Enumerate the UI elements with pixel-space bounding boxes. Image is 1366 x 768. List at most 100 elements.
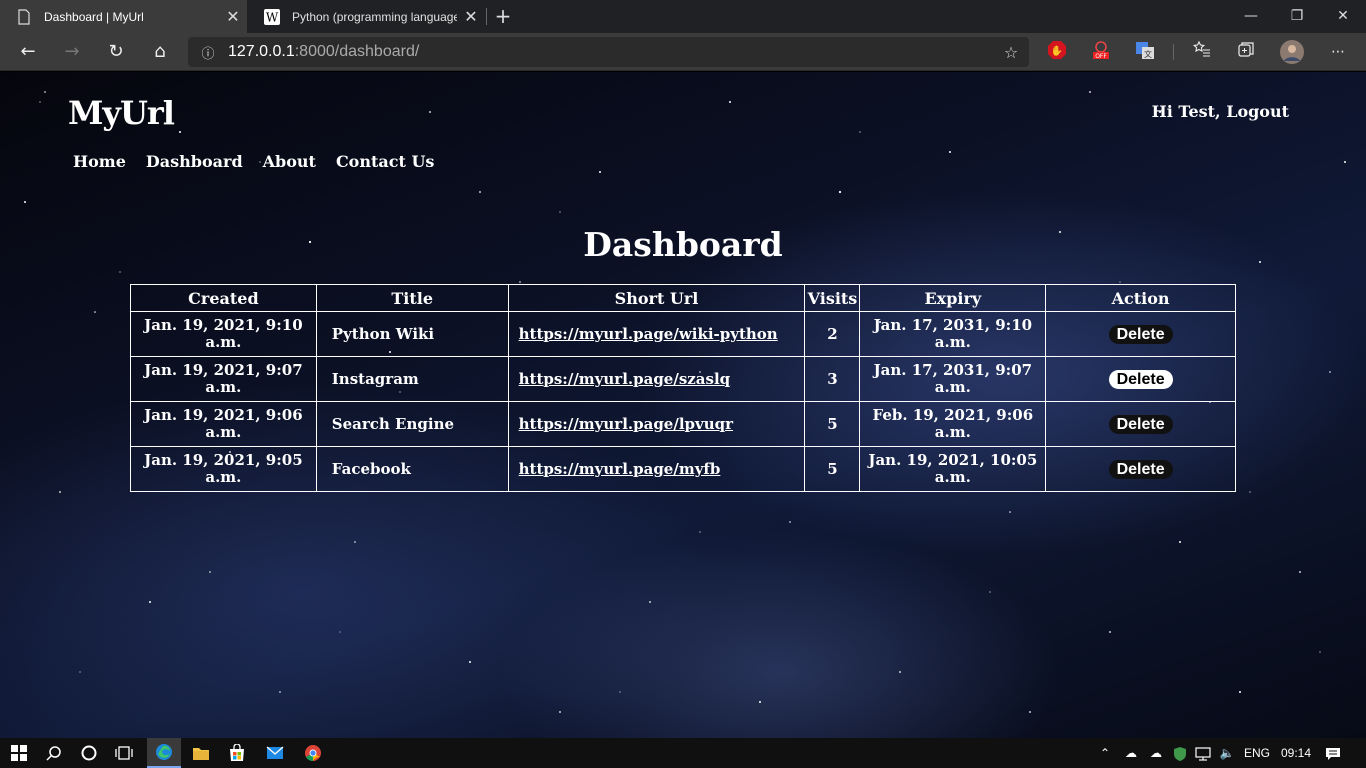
security-shield-icon[interactable] (1170, 738, 1190, 768)
expiry-cell: Feb. 19, 2021, 9:06 a.m. (859, 401, 1047, 447)
action-cell: Delete (1045, 401, 1236, 447)
translate-icon[interactable]: 文 (1133, 40, 1157, 64)
mail-icon[interactable] (258, 738, 292, 768)
wikipedia-icon: W (264, 8, 280, 25)
column-header-short-url: Short Url (507, 284, 806, 312)
chrome-icon[interactable] (296, 738, 330, 768)
delete-button[interactable]: Delete (1108, 459, 1173, 479)
language-indicator[interactable]: ENG (1243, 738, 1271, 768)
column-header-expiry: Expiry (859, 284, 1047, 312)
store-icon[interactable] (220, 738, 254, 768)
page-viewport: MyUrl Hi Test, Logout Home Dashboard Abo… (0, 72, 1366, 738)
tab-divider (486, 8, 487, 25)
toolbar-divider (1173, 44, 1174, 60)
greeting-logout-link[interactable]: Hi Test, Logout (1152, 102, 1289, 121)
short-url-cell: https://myurl.page/myfb (507, 446, 806, 492)
cortana-icon[interactable] (72, 738, 106, 768)
tab-title: Python (programming language) (292, 9, 457, 24)
column-header-action: Action (1045, 284, 1236, 312)
short-url-link[interactable]: https://myurl.page/wiki-python (519, 325, 778, 343)
urls-table: Created Title Short Url Visits Expiry Ac… (130, 284, 1236, 492)
column-header-created: Created (130, 284, 317, 312)
nav-contact-us[interactable]: Contact Us (336, 152, 434, 171)
action-cell: Delete (1045, 446, 1236, 492)
off-extension-icon[interactable]: OFF (1089, 40, 1113, 64)
tab-dashboard[interactable]: Dashboard | MyUrl ✕ (0, 0, 247, 33)
collections-icon[interactable] (1234, 40, 1258, 64)
visits-cell: 3 (804, 356, 861, 402)
favorite-star-icon[interactable]: ☆ (993, 43, 1029, 62)
windows-start-icon[interactable] (2, 738, 36, 768)
expiry-cell: Jan. 19, 2021, 10:05 a.m. (859, 446, 1047, 492)
minimize-button[interactable]: — (1228, 0, 1274, 33)
table-header-row: Created Title Short Url Visits Expiry Ac… (130, 284, 1236, 312)
onedrive-icon[interactable]: ☁ (1120, 738, 1142, 768)
expiry-cell: Jan. 17, 2031, 9:10 a.m. (859, 311, 1047, 357)
task-view-icon[interactable] (107, 738, 141, 768)
close-window-button[interactable]: ✕ (1320, 0, 1366, 33)
table-row: Jan. 19, 2021, 9:06 a.m. Search Engine h… (130, 401, 1236, 447)
column-header-visits: Visits (804, 284, 861, 312)
nav-about[interactable]: About (263, 152, 316, 171)
title-cell: Facebook (315, 446, 509, 492)
delete-button[interactable]: Delete (1108, 324, 1173, 344)
file-explorer-icon[interactable] (184, 738, 218, 768)
short-url-cell: https://myurl.page/szaslq (507, 356, 806, 402)
tab-close-icon[interactable]: ✕ (219, 7, 247, 27)
url-text[interactable]: 127.0.0.1:8000/dashboard/ (228, 43, 993, 61)
tab-close-icon[interactable]: ✕ (457, 7, 485, 27)
back-button[interactable]: ← (12, 37, 44, 67)
search-icon[interactable] (37, 738, 71, 768)
tray-overflow-icon[interactable]: ⌃ (1097, 738, 1113, 768)
svg-text:✋: ✋ (1051, 44, 1063, 57)
volume-icon[interactable]: 🔈 (1217, 738, 1237, 768)
created-cell: Jan. 19, 2021, 9:05 a.m. (130, 446, 317, 492)
created-cell: Jan. 19, 2021, 9:06 a.m. (130, 401, 317, 447)
column-header-title: Title (315, 284, 509, 312)
tab-title: Dashboard | MyUrl (44, 9, 144, 24)
created-cell: Jan. 19, 2021, 9:07 a.m. (130, 356, 317, 402)
forward-button[interactable]: → (56, 37, 88, 67)
svg-text:OFF: OFF (1095, 53, 1107, 60)
short-url-cell: https://myurl.page/lpvuqr (507, 401, 806, 447)
table-row: Jan. 19, 2021, 9:05 a.m. Facebook https:… (130, 446, 1236, 492)
title-cell: Python Wiki (315, 311, 509, 357)
short-url-link[interactable]: https://myurl.page/myfb (519, 460, 721, 478)
nav-dashboard[interactable]: Dashboard (146, 152, 243, 171)
edge-browser-icon[interactable] (147, 738, 181, 768)
address-bar[interactable]: ⓘ 127.0.0.1:8000/dashboard/ ☆ (188, 37, 1029, 67)
site-info-icon[interactable]: ⓘ (188, 43, 228, 62)
clock[interactable]: 09:14 (1278, 738, 1314, 768)
network-icon[interactable] (1193, 738, 1213, 768)
title-cell: Instagram (315, 356, 509, 402)
table-row: Jan. 19, 2021, 9:10 a.m. Python Wiki htt… (130, 311, 1236, 357)
action-cell: Delete (1045, 311, 1236, 357)
nav-home[interactable]: Home (73, 152, 126, 171)
home-button[interactable]: ⌂ (144, 37, 176, 67)
delete-button[interactable]: Delete (1108, 369, 1173, 389)
favorites-icon[interactable] (1190, 40, 1214, 64)
restore-button[interactable]: ❐ (1274, 0, 1320, 33)
visits-cell: 5 (804, 446, 861, 492)
more-icon[interactable]: ⋯ (1326, 40, 1350, 64)
site-logo[interactable]: MyUrl (68, 94, 175, 132)
tab-python-wiki[interactable]: W Python (programming language) ✕ (248, 0, 485, 33)
page-title: Dashboard (583, 225, 783, 264)
svg-text:文: 文 (1144, 49, 1152, 59)
created-cell: Jan. 19, 2021, 9:10 a.m. (130, 311, 317, 357)
svg-text:W: W (266, 10, 279, 24)
new-tab-button[interactable]: + (492, 4, 514, 28)
cloud-upload-icon[interactable]: ☁ (1145, 738, 1167, 768)
adblock-icon[interactable]: ✋ (1045, 40, 1069, 64)
profile-avatar[interactable] (1280, 40, 1304, 64)
delete-button[interactable]: Delete (1108, 414, 1173, 434)
url-host: 127.0.0.1 (228, 43, 295, 60)
action-center-icon[interactable] (1322, 738, 1344, 768)
short-url-link[interactable]: https://myurl.page/lpvuqr (519, 415, 733, 433)
reload-button[interactable]: ↻ (100, 37, 132, 67)
visits-cell: 2 (804, 311, 861, 357)
url-path: :8000/dashboard/ (294, 43, 420, 60)
action-cell: Delete (1045, 356, 1236, 402)
title-cell: Search Engine (315, 401, 509, 447)
short-url-link[interactable]: https://myurl.page/szaslq (519, 370, 731, 388)
